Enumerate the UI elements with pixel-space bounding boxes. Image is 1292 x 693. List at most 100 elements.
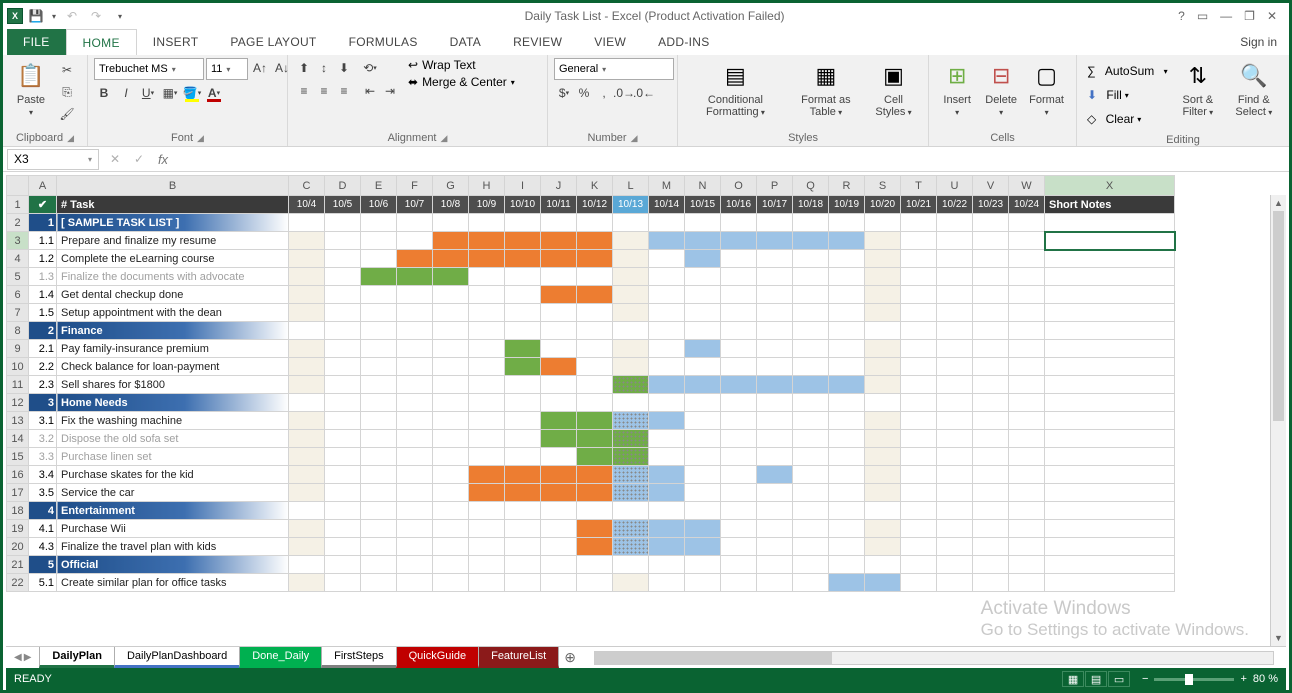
gantt-cell[interactable] bbox=[469, 232, 505, 250]
gantt-cell[interactable] bbox=[685, 484, 721, 502]
worksheet-grid[interactable]: ABCDEFGHIJKLMNOPQRSTUVWX1✔# Task10/410/5… bbox=[6, 175, 1286, 646]
col-header-F[interactable]: F bbox=[397, 176, 433, 196]
gantt-cell[interactable] bbox=[829, 286, 865, 304]
clear-button[interactable]: ◇ Clear▾ bbox=[1087, 108, 1167, 130]
gantt-cell[interactable] bbox=[289, 268, 325, 286]
gantt-cell[interactable] bbox=[973, 250, 1009, 268]
cut-icon[interactable]: ✂ bbox=[57, 60, 77, 80]
row-header-10[interactable]: 10 bbox=[7, 358, 29, 376]
gantt-cell[interactable] bbox=[325, 286, 361, 304]
gantt-cell[interactable] bbox=[901, 250, 937, 268]
short-notes-cell[interactable] bbox=[1045, 214, 1175, 232]
gantt-cell[interactable] bbox=[289, 358, 325, 376]
gantt-cell[interactable] bbox=[721, 268, 757, 286]
gantt-cell[interactable] bbox=[865, 448, 901, 466]
gantt-cell[interactable] bbox=[937, 448, 973, 466]
gantt-cell[interactable] bbox=[613, 448, 649, 466]
gantt-cell[interactable] bbox=[613, 538, 649, 556]
gantt-cell[interactable] bbox=[685, 376, 721, 394]
gantt-cell[interactable] bbox=[865, 556, 901, 574]
gantt-cell[interactable] bbox=[397, 502, 433, 520]
gantt-cell[interactable] bbox=[865, 394, 901, 412]
gantt-cell[interactable] bbox=[541, 412, 577, 430]
task-name[interactable]: Pay family-insurance premium bbox=[57, 340, 289, 358]
gantt-cell[interactable] bbox=[289, 502, 325, 520]
insert-cells-button[interactable]: ⊞Insert▾ bbox=[935, 58, 979, 120]
gantt-cell[interactable] bbox=[397, 214, 433, 232]
gantt-cell[interactable] bbox=[577, 556, 613, 574]
gantt-cell[interactable] bbox=[901, 502, 937, 520]
gantt-cell[interactable] bbox=[289, 232, 325, 250]
gantt-cell[interactable] bbox=[541, 214, 577, 232]
gantt-cell[interactable] bbox=[397, 358, 433, 376]
gantt-cell[interactable] bbox=[721, 232, 757, 250]
gantt-cell[interactable] bbox=[793, 322, 829, 340]
gantt-cell[interactable] bbox=[685, 394, 721, 412]
gantt-cell[interactable] bbox=[829, 340, 865, 358]
row-header-20[interactable]: 20 bbox=[7, 538, 29, 556]
col-header-R[interactable]: R bbox=[829, 176, 865, 196]
gantt-cell[interactable] bbox=[1009, 322, 1045, 340]
gantt-cell[interactable] bbox=[541, 286, 577, 304]
zoom-slider[interactable] bbox=[1154, 678, 1234, 681]
gantt-cell[interactable] bbox=[901, 520, 937, 538]
gantt-cell[interactable] bbox=[397, 322, 433, 340]
gantt-cell[interactable] bbox=[469, 322, 505, 340]
align-left-icon[interactable]: ≡ bbox=[294, 81, 314, 101]
gantt-cell[interactable] bbox=[613, 250, 649, 268]
gantt-cell[interactable] bbox=[433, 376, 469, 394]
dialog-launcher-icon[interactable]: ◢ bbox=[197, 133, 204, 144]
gantt-cell[interactable] bbox=[325, 502, 361, 520]
gantt-cell[interactable] bbox=[1009, 448, 1045, 466]
gantt-cell[interactable] bbox=[865, 214, 901, 232]
gantt-cell[interactable] bbox=[937, 466, 973, 484]
gantt-cell[interactable] bbox=[397, 304, 433, 322]
gantt-cell[interactable] bbox=[577, 322, 613, 340]
gantt-cell[interactable] bbox=[613, 556, 649, 574]
gantt-cell[interactable] bbox=[649, 466, 685, 484]
task-num[interactable]: 4.1 bbox=[29, 520, 57, 538]
gantt-cell[interactable] bbox=[1009, 484, 1045, 502]
short-notes-cell[interactable] bbox=[1045, 358, 1175, 376]
task-num[interactable]: 2.1 bbox=[29, 340, 57, 358]
gantt-cell[interactable] bbox=[865, 520, 901, 538]
short-notes-cell[interactable] bbox=[1045, 502, 1175, 520]
dialog-launcher-icon[interactable]: ◢ bbox=[67, 133, 74, 144]
gantt-cell[interactable] bbox=[901, 556, 937, 574]
orientation-icon[interactable]: ⟲▾ bbox=[360, 58, 380, 78]
short-notes-cell[interactable] bbox=[1045, 448, 1175, 466]
gantt-cell[interactable] bbox=[613, 412, 649, 430]
section-num[interactable]: 1 bbox=[29, 214, 57, 232]
gantt-cell[interactable] bbox=[541, 232, 577, 250]
gantt-cell[interactable] bbox=[577, 250, 613, 268]
sign-in-link[interactable]: Sign in bbox=[1240, 29, 1277, 55]
gantt-cell[interactable] bbox=[973, 232, 1009, 250]
gantt-cell[interactable] bbox=[1009, 250, 1045, 268]
gantt-cell[interactable] bbox=[433, 340, 469, 358]
gantt-cell[interactable] bbox=[865, 574, 901, 592]
gantt-cell[interactable] bbox=[433, 484, 469, 502]
gantt-cell[interactable] bbox=[469, 394, 505, 412]
gantt-cell[interactable] bbox=[721, 448, 757, 466]
gantt-cell[interactable] bbox=[829, 304, 865, 322]
gantt-cell[interactable] bbox=[865, 358, 901, 376]
gantt-cell[interactable] bbox=[1009, 520, 1045, 538]
dialog-launcher-icon[interactable]: ◢ bbox=[441, 133, 448, 144]
gantt-cell[interactable] bbox=[361, 412, 397, 430]
task-num[interactable]: 1.1 bbox=[29, 232, 57, 250]
gantt-cell[interactable] bbox=[505, 484, 541, 502]
cell-styles-button[interactable]: ▣Cell Styles ▾ bbox=[865, 58, 922, 120]
short-notes-cell[interactable] bbox=[1045, 520, 1175, 538]
gantt-cell[interactable] bbox=[361, 484, 397, 502]
gantt-cell[interactable] bbox=[973, 484, 1009, 502]
task-name[interactable]: Sell shares for $1800 bbox=[57, 376, 289, 394]
tab-file[interactable]: FILE bbox=[7, 29, 66, 55]
gantt-cell[interactable] bbox=[1009, 304, 1045, 322]
italic-button[interactable]: I bbox=[116, 83, 136, 103]
gantt-cell[interactable] bbox=[1009, 466, 1045, 484]
gantt-cell[interactable] bbox=[973, 358, 1009, 376]
zoom-level[interactable]: 80 % bbox=[1253, 673, 1278, 685]
gantt-cell[interactable] bbox=[505, 574, 541, 592]
gantt-cell[interactable] bbox=[613, 214, 649, 232]
gantt-cell[interactable] bbox=[469, 538, 505, 556]
